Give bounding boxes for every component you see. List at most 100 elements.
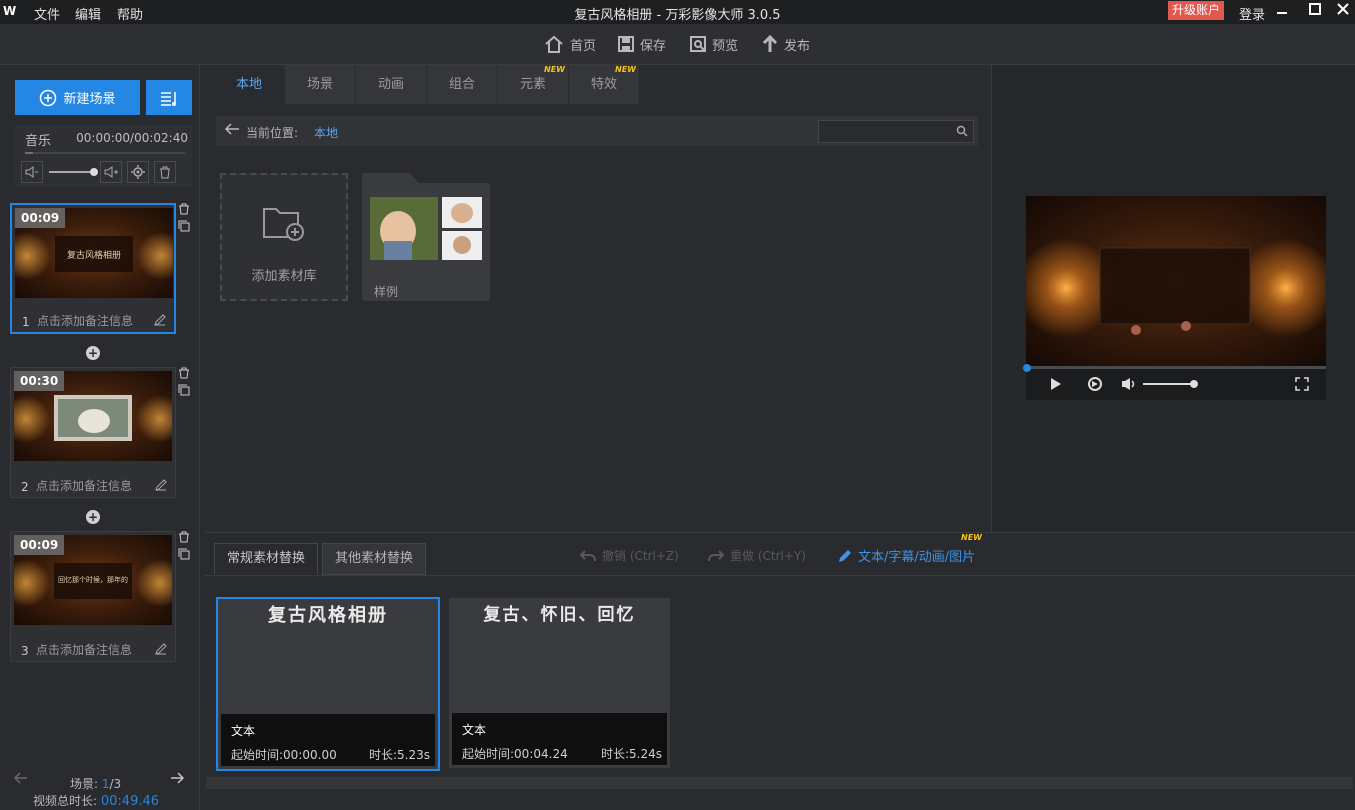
scene-note[interactable]: 点击添加备注信息 <box>37 312 133 329</box>
scene-number: 2 <box>21 480 29 494</box>
scene-card-3[interactable]: 回忆那个时候，那年的 00:09 3 点击添加备注信息 <box>10 531 176 662</box>
menu-help[interactable]: 帮助 <box>117 4 143 23</box>
volume-up-icon[interactable] <box>100 161 122 183</box>
save-icon <box>618 36 634 52</box>
minimize-icon[interactable] <box>1272 2 1292 20</box>
home-label: 首页 <box>570 38 597 54</box>
add-library-label: 添加素材库 <box>251 269 317 284</box>
scene-note[interactable]: 点击添加备注信息 <box>36 477 132 494</box>
menu-file[interactable]: 文件 <box>34 4 60 23</box>
text-card-1[interactable]: 复古风格相册 文本 起始时间:00:00.00 时长:5.23s <box>216 597 440 771</box>
tab-combo[interactable]: 组合 <box>427 65 497 104</box>
gear-icon[interactable] <box>127 161 149 183</box>
text-subtitle-link[interactable]: 文本/字幕/动画/图片 <box>838 546 975 565</box>
video-preview[interactable] <box>1026 196 1326 366</box>
scene-thumbnail: 回忆那个时候，那年的 00:09 <box>14 535 172 625</box>
play-icon[interactable] <box>1050 377 1062 391</box>
list-icon <box>161 91 176 106</box>
scene-panel: 新建场景 音乐 00:00:00/00:02:40 复古风格相册 00:09 1… <box>0 65 200 810</box>
tab-regular-replace[interactable]: 常规素材替换 <box>214 543 319 575</box>
preview-label: 预览 <box>712 38 739 54</box>
search-input[interactable] <box>818 120 974 143</box>
horizontal-scrollbar[interactable] <box>206 777 1353 789</box>
scene-card-2[interactable]: 00:30 2 点击添加备注信息 <box>10 367 176 498</box>
delete-scene-icon[interactable] <box>178 203 190 215</box>
add-scene-icon[interactable]: + <box>86 510 100 524</box>
title-bar: W 文件 编辑 帮助 复古风格相册 - 万彩影像大师 3.0.5 升级账户 登录 <box>0 0 1355 24</box>
delete-scene-icon[interactable] <box>178 531 190 543</box>
scene-duration: 00:30 <box>14 371 65 391</box>
trash-icon[interactable] <box>154 161 176 183</box>
delete-scene-icon[interactable] <box>178 367 190 379</box>
tab-scene[interactable]: 场景 <box>285 65 355 104</box>
breadcrumb-label: 当前位置: <box>246 126 299 140</box>
plus-circle-icon <box>40 89 57 106</box>
card-title: 复古、怀旧、回忆 <box>483 605 636 625</box>
replace-tabs: 常规素材替换 其他素材替换 <box>214 543 427 575</box>
breadcrumb-current[interactable]: 本地 <box>314 124 338 141</box>
maximize-icon[interactable] <box>1305 2 1325 20</box>
tab-elements[interactable]: 元素 NEW <box>498 65 568 104</box>
upgrade-account-button[interactable]: 升级账户 <box>1168 1 1224 20</box>
scene-note[interactable]: 点击添加备注信息 <box>36 641 132 658</box>
save-button[interactable]: 保存 <box>618 34 666 54</box>
window-title: 复古风格相册 - 万彩影像大师 3.0.5 <box>574 8 781 23</box>
back-arrow-icon[interactable] <box>224 122 240 139</box>
card-duration: 时长:5.24s <box>600 747 662 761</box>
card-title: 复古风格相册 <box>268 605 388 626</box>
tab-animation[interactable]: 动画 <box>356 65 426 104</box>
undo-button[interactable]: 撤销 (Ctrl+Z) <box>580 547 679 564</box>
scene-counter: 场景: 1/3 <box>70 777 122 791</box>
edit-icon[interactable] <box>155 643 167 658</box>
preview-button[interactable]: 预览 <box>690 34 738 54</box>
sample-folder[interactable]: 样例 <box>362 173 490 301</box>
login-button[interactable]: 登录 <box>1239 4 1265 23</box>
scene-number: 1 <box>22 315 30 329</box>
volume-icon[interactable] <box>1121 377 1137 391</box>
copy-scene-icon[interactable] <box>178 548 190 560</box>
new-badge: NEW <box>961 533 982 542</box>
card-type: 文本 <box>462 723 487 737</box>
scene-thumbnail: 00:30 <box>14 371 172 461</box>
publish-button[interactable]: 发布 <box>762 34 810 54</box>
redo-button[interactable]: 重做 (Ctrl+Y) <box>708 547 806 564</box>
music-time: 00:00:00/00:02:40 <box>76 131 188 145</box>
scene-card-1[interactable]: 复古风格相册 00:09 1 点击添加备注信息 <box>10 203 176 334</box>
text-card-2[interactable]: 复古、怀旧、回忆 文本 起始时间:00:04.24 时长:5.24s <box>449 598 670 768</box>
new-scene-button[interactable]: 新建场景 <box>15 80 140 115</box>
edit-icon[interactable] <box>155 479 167 494</box>
upload-icon <box>762 35 778 52</box>
add-scene-icon[interactable]: + <box>86 346 100 360</box>
app-logo: W <box>3 4 16 18</box>
edit-icon[interactable] <box>154 314 166 329</box>
card-type: 文本 <box>231 724 256 738</box>
home-button[interactable]: 首页 <box>544 34 596 54</box>
add-library-button[interactable]: 添加素材库 <box>220 173 348 301</box>
menu-edit[interactable]: 编辑 <box>75 4 101 23</box>
playback-progress[interactable] <box>1023 364 1326 372</box>
card-start-time: 起始时间:00:00.00 <box>231 748 337 762</box>
replay-icon[interactable] <box>1087 376 1103 392</box>
player-volume-slider[interactable] <box>1143 380 1198 388</box>
prev-scene-icon[interactable] <box>13 772 28 788</box>
tab-effects[interactable]: 特效 NEW <box>569 65 639 104</box>
card-info: 文本 起始时间:00:04.24 时长:5.24s <box>452 713 667 765</box>
music-progress[interactable] <box>25 152 185 154</box>
search-icon[interactable] <box>956 125 968 140</box>
scene-list-button[interactable] <box>146 80 192 115</box>
tab-local[interactable]: 本地 <box>214 65 284 104</box>
volume-slider[interactable] <box>49 168 98 176</box>
tab-other-replace[interactable]: 其他素材替换 <box>322 543 427 575</box>
close-icon[interactable] <box>1333 2 1353 20</box>
volume-down-icon[interactable] <box>21 161 43 183</box>
new-badge: NEW <box>544 65 565 74</box>
main-toolbar: 首页 保存 预览 发布 <box>0 24 1355 65</box>
fullscreen-icon[interactable] <box>1295 377 1309 391</box>
scene-caption: 回忆那个时候，那年的 <box>58 576 128 584</box>
next-scene-icon[interactable] <box>170 772 185 788</box>
copy-scene-icon[interactable] <box>178 220 190 232</box>
copy-scene-icon[interactable] <box>178 384 190 396</box>
scene-duration: 00:09 <box>14 535 65 555</box>
breadcrumb: 当前位置: 本地 <box>216 116 978 146</box>
folder-label: 样例 <box>374 285 399 299</box>
